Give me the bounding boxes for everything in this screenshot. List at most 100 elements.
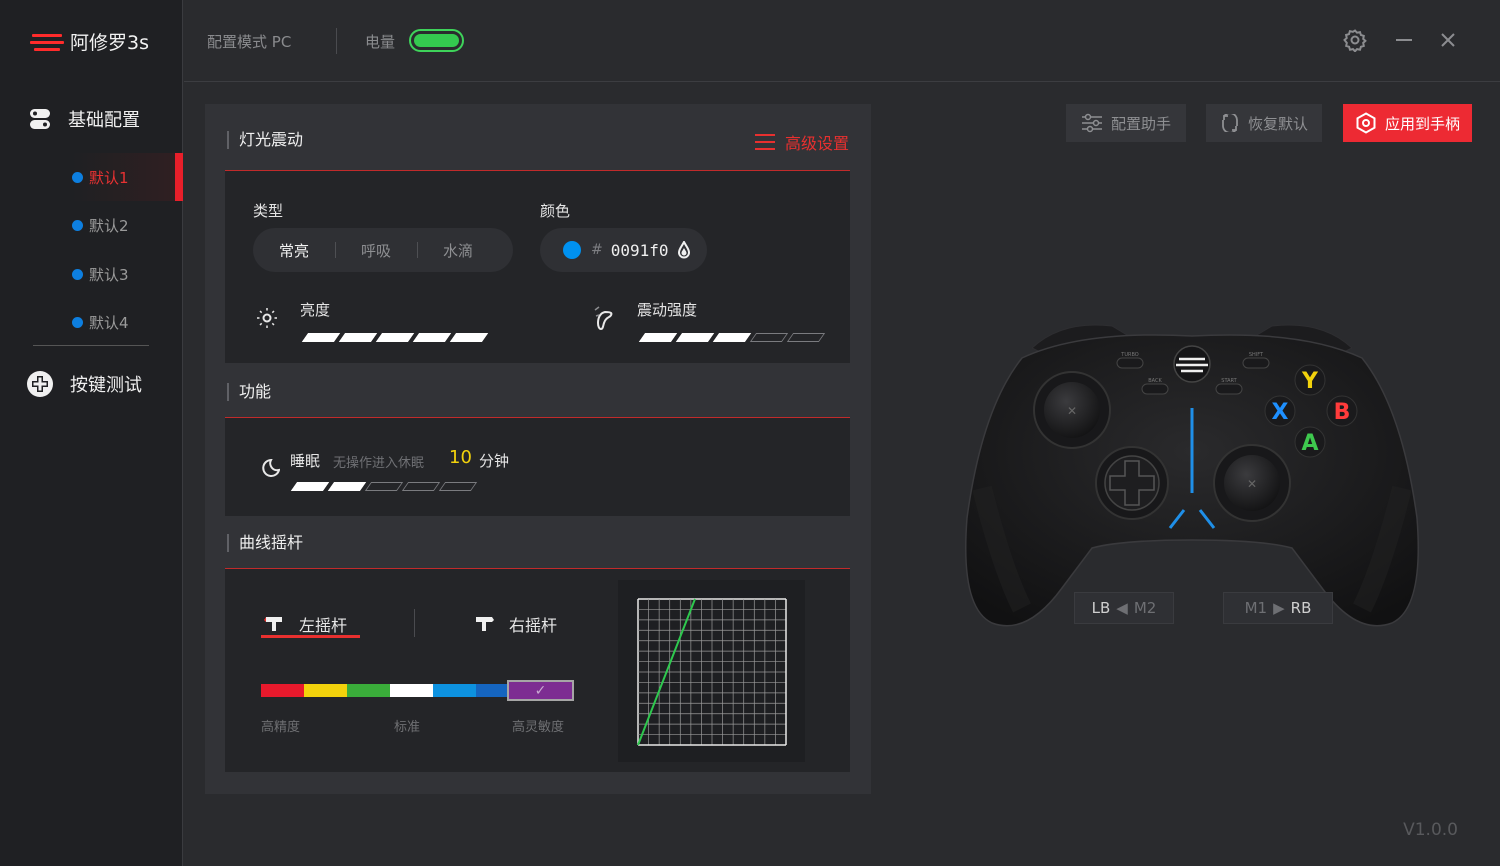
level-segment[interactable] xyxy=(749,333,789,342)
level-segment[interactable] xyxy=(638,333,678,342)
color-swatch xyxy=(563,241,581,259)
level-segment[interactable] xyxy=(786,333,826,342)
sleep-slider[interactable] xyxy=(290,482,478,491)
curve-label-standard: 标准 xyxy=(394,720,421,735)
curve-preset-swatch[interactable] xyxy=(433,684,476,697)
curve-label-precision: 高精度 xyxy=(261,720,301,735)
level-segment[interactable] xyxy=(401,482,441,491)
rb-label: RB xyxy=(1290,599,1312,617)
start-label: START xyxy=(1221,378,1237,384)
level-segment[interactable] xyxy=(338,333,378,342)
sidebar-divider xyxy=(33,345,149,346)
level-segment[interactable] xyxy=(438,482,478,491)
face-button-a: A xyxy=(1301,431,1318,456)
tab-right-stick[interactable]: 右摇杆 xyxy=(473,612,557,636)
battery-indicator xyxy=(409,29,464,52)
type-option-solid[interactable]: 常亮 xyxy=(253,240,335,261)
shift-label: SHIFT xyxy=(1249,352,1264,358)
battery-fill xyxy=(414,34,459,47)
tab-left-stick[interactable]: 左摇杆 xyxy=(263,612,347,636)
level-segment[interactable] xyxy=(290,482,330,491)
preset-label: 默认1 xyxy=(89,168,129,187)
face-button-b: B xyxy=(1334,400,1351,425)
curve-preset-swatch[interactable] xyxy=(476,684,507,697)
config-panel: 灯光震动 高级设置 类型 常亮 呼吸 水滴 颜色 # 0091f0 亮度 震动强… xyxy=(205,104,871,794)
sliders-icon xyxy=(1081,113,1102,133)
light-type-selector: 常亮 呼吸 水滴 xyxy=(253,228,513,272)
settings-gear-icon[interactable] xyxy=(1341,26,1369,54)
face-button-x: X xyxy=(1272,400,1289,425)
color-picker[interactable]: # 0091f0 xyxy=(540,228,707,272)
level-segment[interactable] xyxy=(712,333,752,342)
function-box: 睡眠 无操作进入休眠 10 分钟 xyxy=(225,418,850,516)
brightness-slider[interactable] xyxy=(301,333,489,342)
function-title: 功能 xyxy=(227,383,271,401)
turbo-label: TURBO xyxy=(1120,352,1139,358)
level-segment[interactable] xyxy=(449,333,489,342)
type-option-breathing[interactable]: 呼吸 xyxy=(335,240,417,261)
m1-rb-mapping[interactable]: M1 ▶ RB xyxy=(1223,592,1333,624)
preset-item-1[interactable]: 默认1 xyxy=(72,153,183,201)
battery-label: 电量 xyxy=(365,33,396,51)
preset-item-3[interactable]: 默认3 xyxy=(72,250,183,298)
level-segment[interactable] xyxy=(301,333,341,342)
sleep-label: 睡眠 xyxy=(290,452,321,470)
level-segment[interactable] xyxy=(375,333,415,342)
preset-dot-icon xyxy=(72,219,83,231)
color-hex-value: 0091f0 xyxy=(610,240,669,260)
curve-stick-title: 曲线摇杆 xyxy=(227,534,303,552)
advanced-settings-button[interactable]: 高级设置 xyxy=(754,130,849,154)
nav-basic-config[interactable]: 基础配置 xyxy=(28,106,140,132)
controller-image: ✕ ✕ TURBO SHIFT BACK START Y X B A xyxy=(964,324,1420,627)
svg-text:✕: ✕ xyxy=(1067,404,1077,418)
droplet-icon[interactable] xyxy=(677,241,691,259)
preset-dot-icon xyxy=(72,171,83,183)
restore-default-button[interactable]: 恢复默认 xyxy=(1206,104,1322,142)
brand-logo-icon xyxy=(30,31,64,53)
level-segment[interactable] xyxy=(364,482,404,491)
close-icon[interactable] xyxy=(1434,26,1462,54)
preset-item-2[interactable]: 默认2 xyxy=(72,201,183,249)
color-hash: # xyxy=(591,242,603,258)
nav-key-test[interactable]: 按键测试 xyxy=(26,370,142,398)
curve-preset-selected[interactable]: ✓ xyxy=(507,680,574,701)
lb-m2-mapping[interactable]: LB ◀ M2 xyxy=(1074,592,1174,624)
tab-divider xyxy=(414,609,415,637)
topbar-divider xyxy=(336,28,337,54)
m2-label: M2 xyxy=(1133,599,1157,617)
curve-preset-swatch[interactable] xyxy=(390,684,433,697)
minimize-icon[interactable] xyxy=(1390,26,1418,54)
level-segment[interactable] xyxy=(327,482,367,491)
sidebar: 阿修罗3s 基础配置 默认1 默认2 默认3 默认4 按键测试 xyxy=(0,0,183,866)
light-vibration-title: 灯光震动 xyxy=(227,131,303,149)
config-assistant-button[interactable]: 配置助手 xyxy=(1066,104,1186,142)
preset-label: 默认2 xyxy=(89,216,129,235)
m1-label: M1 xyxy=(1244,599,1268,617)
gamepad-config-icon xyxy=(30,109,50,129)
menu-icon xyxy=(754,134,775,150)
vibration-slider[interactable] xyxy=(638,333,826,342)
preset-label: 默认4 xyxy=(89,313,129,332)
arrow-left-icon: ◀ xyxy=(1116,599,1128,617)
curve-graph-panel xyxy=(618,580,805,762)
color-label: 颜色 xyxy=(540,202,571,220)
config-assistant-label: 配置助手 xyxy=(1110,114,1171,133)
sleep-minutes-unit: 分钟 xyxy=(479,452,510,470)
restore-default-label: 恢复默认 xyxy=(1247,114,1308,133)
apply-to-controller-button[interactable]: 应用到手柄 xyxy=(1343,104,1472,142)
curve-preset-swatch[interactable] xyxy=(347,684,390,697)
right-stick-icon xyxy=(476,617,494,631)
config-mode-label: 配置模式 PC xyxy=(207,33,292,51)
moon-icon xyxy=(262,458,280,477)
preset-item-4[interactable]: 默认4 xyxy=(72,298,183,346)
vibration-icon xyxy=(594,306,613,331)
curve-preset-swatch[interactable] xyxy=(261,684,304,697)
curve-preset-swatch[interactable] xyxy=(304,684,347,697)
level-segment[interactable] xyxy=(412,333,452,342)
right-stick-label: 右摇杆 xyxy=(509,616,558,635)
hex-nut-icon xyxy=(1356,112,1376,134)
level-segment[interactable] xyxy=(675,333,715,342)
restore-icon xyxy=(1222,114,1238,132)
curve-graph[interactable] xyxy=(637,598,787,746)
type-option-droplet[interactable]: 水滴 xyxy=(417,240,499,261)
